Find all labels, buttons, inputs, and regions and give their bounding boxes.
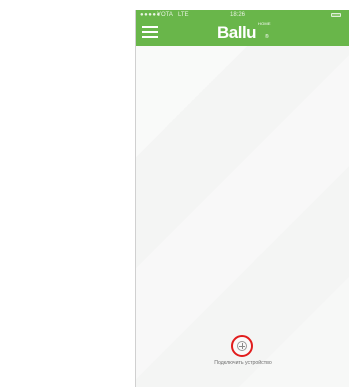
carrier-name: YOTA — [157, 12, 173, 18]
screenshot-canvas: ●●●●● YOTA LTE 18:26 Ballu HOME ® Подклю… — [0, 0, 349, 387]
add-device-highlight-ring — [231, 335, 253, 357]
status-time: 18:26 — [230, 12, 246, 18]
brand-name: Ballu — [217, 23, 257, 42]
network-type: LTE — [178, 12, 189, 18]
menu-line-icon — [142, 26, 158, 28]
phone-screen: ●●●●● YOTA LTE 18:26 Ballu HOME ® Подклю… — [135, 10, 349, 387]
menu-line-icon — [142, 31, 158, 33]
add-device-button[interactable]: Подключить устройство — [188, 335, 298, 375]
brand-home-label: HOME — [258, 21, 271, 26]
menu-line-icon — [142, 36, 158, 38]
app-header: ●●●●● YOTA LTE 18:26 Ballu HOME ® — [136, 10, 349, 46]
plus-circle-icon[interactable] — [237, 341, 247, 351]
status-bar: ●●●●● YOTA LTE 18:26 — [136, 10, 349, 21]
hamburger-menu-icon[interactable] — [140, 23, 160, 41]
battery-icon — [331, 13, 341, 17]
registered-mark: ® — [265, 34, 269, 40]
add-device-label: Подключить устройство — [214, 360, 272, 366]
device-list-area: Подключить устройство — [136, 46, 349, 387]
